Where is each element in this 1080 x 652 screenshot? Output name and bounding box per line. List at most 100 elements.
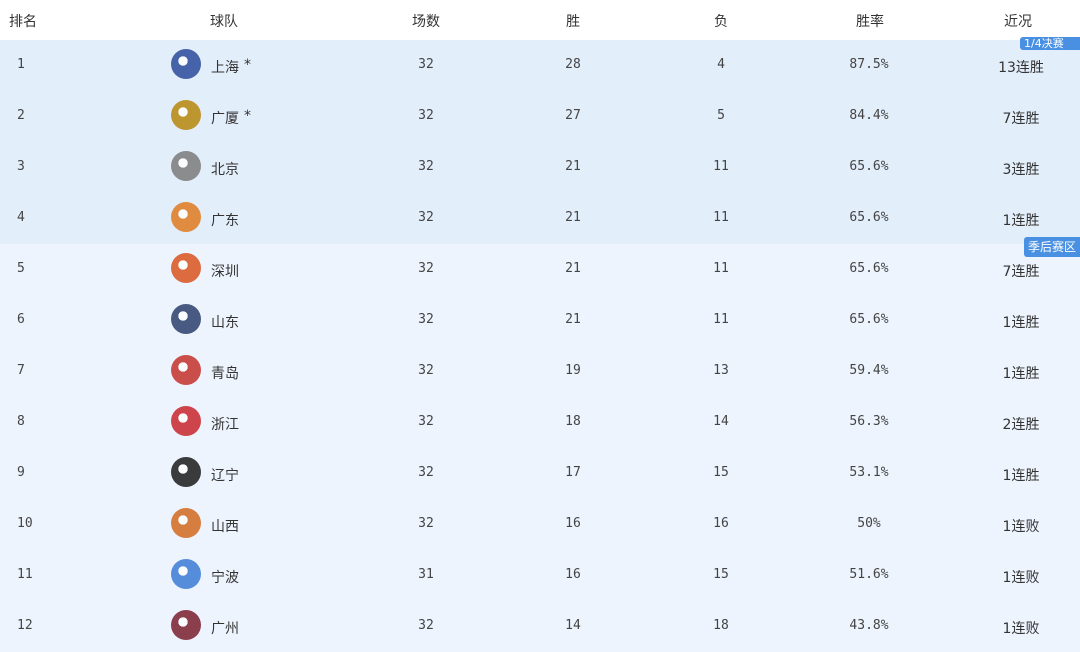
losses-cell: 11 (713, 261, 729, 276)
sharks-logo (171, 49, 201, 79)
team-name[interactable]: 宁波 (211, 567, 239, 587)
streak-cell: 3连胜 (1002, 162, 1040, 178)
wins-cell: 14 (565, 618, 581, 633)
table-row[interactable]: 10 山西 32 16 16 50% 1连败 (0, 499, 1080, 550)
heroes-logo (171, 304, 201, 334)
games-cell: 32 (418, 465, 434, 480)
rank-cell: 2 (17, 108, 25, 123)
team-name[interactable]: 上海 (211, 57, 239, 77)
team-name[interactable]: 山东 (211, 312, 239, 332)
streak-cell: 13连胜 (998, 60, 1044, 76)
wins-cell: 21 (565, 159, 581, 174)
streak-cell: 1连败 (1002, 621, 1040, 637)
table-row[interactable]: 2 广厦 * 32 27 5 84.4% 7连胜 (0, 91, 1080, 142)
win-pct-cell: 65.6% (849, 210, 889, 225)
table-row[interactable]: 8 浙江 32 18 14 56.3% 2连胜 (0, 397, 1080, 448)
header-team: 球队 (210, 14, 238, 30)
streak-cell: 1连败 (1002, 519, 1040, 535)
win-pct-cell: 51.6% (849, 567, 889, 582)
table-row[interactable]: 4 广东 32 21 11 65.6% 1连胜 (0, 193, 1080, 244)
win-pct-cell: 65.6% (849, 312, 889, 327)
header-rank: 排名 (9, 14, 37, 30)
games-cell: 32 (418, 57, 434, 72)
losses-cell: 15 (713, 465, 729, 480)
wins-cell: 27 (565, 108, 581, 123)
loong-lions-logo (171, 610, 201, 640)
seed-mark: * (244, 57, 251, 73)
team-name[interactable]: 青岛 (211, 363, 239, 383)
rank-cell: 3 (17, 159, 25, 174)
team-name[interactable]: 深圳 (211, 261, 239, 281)
table-row[interactable]: 3 北京 32 21 11 65.6% 3连胜 (0, 142, 1080, 193)
table-row[interactable]: 7 青岛 32 19 13 59.4% 1连胜 (0, 346, 1080, 397)
games-cell: 32 (418, 261, 434, 276)
table-row[interactable]: 11 宁波 31 16 15 51.6% 1连败 (0, 550, 1080, 601)
team-name[interactable]: 浙江 (211, 414, 239, 434)
games-cell: 32 (418, 108, 434, 123)
games-cell: 32 (418, 312, 434, 327)
table-row[interactable]: 5 深圳 32 21 11 65.6% 7连胜 (0, 244, 1080, 295)
team-name[interactable]: 广州 (211, 618, 239, 638)
win-pct-cell: 50% (857, 516, 881, 531)
games-cell: 32 (418, 210, 434, 225)
seed-mark: * (244, 108, 251, 124)
team-name[interactable]: 辽宁 (211, 465, 239, 485)
table-row[interactable]: 6 山东 32 21 11 65.6% 1连胜 (0, 295, 1080, 346)
team-name[interactable]: 山西 (211, 516, 239, 536)
wins-cell: 16 (565, 567, 581, 582)
streak-cell: 7连胜 (1002, 264, 1040, 280)
win-pct-cell: 59.4% (849, 363, 889, 378)
streak-cell: 2连胜 (1002, 417, 1040, 433)
games-cell: 32 (418, 414, 434, 429)
games-cell: 32 (418, 363, 434, 378)
losses-cell: 11 (713, 159, 729, 174)
rank-cell: 7 (17, 363, 25, 378)
win-pct-cell: 84.4% (849, 108, 889, 123)
losses-cell: 15 (713, 567, 729, 582)
team-name[interactable]: 广东 (211, 210, 239, 230)
streak-cell: 7连胜 (1002, 111, 1040, 127)
rank-cell: 6 (17, 312, 25, 327)
games-cell: 32 (418, 618, 434, 633)
table-row[interactable]: 1 上海 * 32 28 4 87.5% 13连胜 (0, 40, 1080, 91)
flying-leopards-logo (171, 457, 201, 487)
games-cell: 31 (418, 567, 434, 582)
table-row[interactable]: 9 辽宁 32 17 15 53.1% 1连胜 (0, 448, 1080, 499)
rank-cell: 10 (17, 516, 33, 531)
rank-cell: 9 (17, 465, 25, 480)
win-pct-cell: 65.6% (849, 261, 889, 276)
losses-cell: 4 (717, 57, 725, 72)
header-losses: 负 (714, 14, 728, 30)
losses-cell: 16 (713, 516, 729, 531)
header-win-pct: 胜率 (856, 14, 884, 30)
tigers-logo (171, 202, 201, 232)
leopards-logo (171, 253, 201, 283)
streak-cell: 1连胜 (1002, 366, 1040, 382)
win-pct-cell: 43.8% (849, 618, 889, 633)
team-name[interactable]: 北京 (211, 159, 239, 179)
golden-bulls-logo (171, 406, 201, 436)
rank-cell: 4 (17, 210, 25, 225)
losses-cell: 13 (713, 363, 729, 378)
ducks-logo (171, 151, 201, 181)
lions-logo (171, 100, 201, 130)
header-games: 场数 (412, 14, 440, 30)
games-cell: 32 (418, 516, 434, 531)
team-name[interactable]: 广厦 (211, 108, 239, 128)
table-row[interactable]: 12 广州 32 14 18 43.8% 1连败 (0, 601, 1080, 652)
dragons-logo (171, 508, 201, 538)
win-pct-cell: 65.6% (849, 159, 889, 174)
quarterfinal-zone-tag: 1/4决赛 (1020, 37, 1080, 50)
playoff-zone-tag: 季后赛区 (1023, 237, 1080, 257)
rank-cell: 8 (17, 414, 25, 429)
win-pct-cell: 56.3% (849, 414, 889, 429)
wins-cell: 28 (565, 57, 581, 72)
streak-cell: 1连胜 (1002, 315, 1040, 331)
wins-cell: 16 (565, 516, 581, 531)
rank-cell: 5 (17, 261, 25, 276)
wins-cell: 17 (565, 465, 581, 480)
losses-cell: 18 (713, 618, 729, 633)
losses-cell: 14 (713, 414, 729, 429)
rockets-logo (171, 559, 201, 589)
games-cell: 32 (418, 159, 434, 174)
